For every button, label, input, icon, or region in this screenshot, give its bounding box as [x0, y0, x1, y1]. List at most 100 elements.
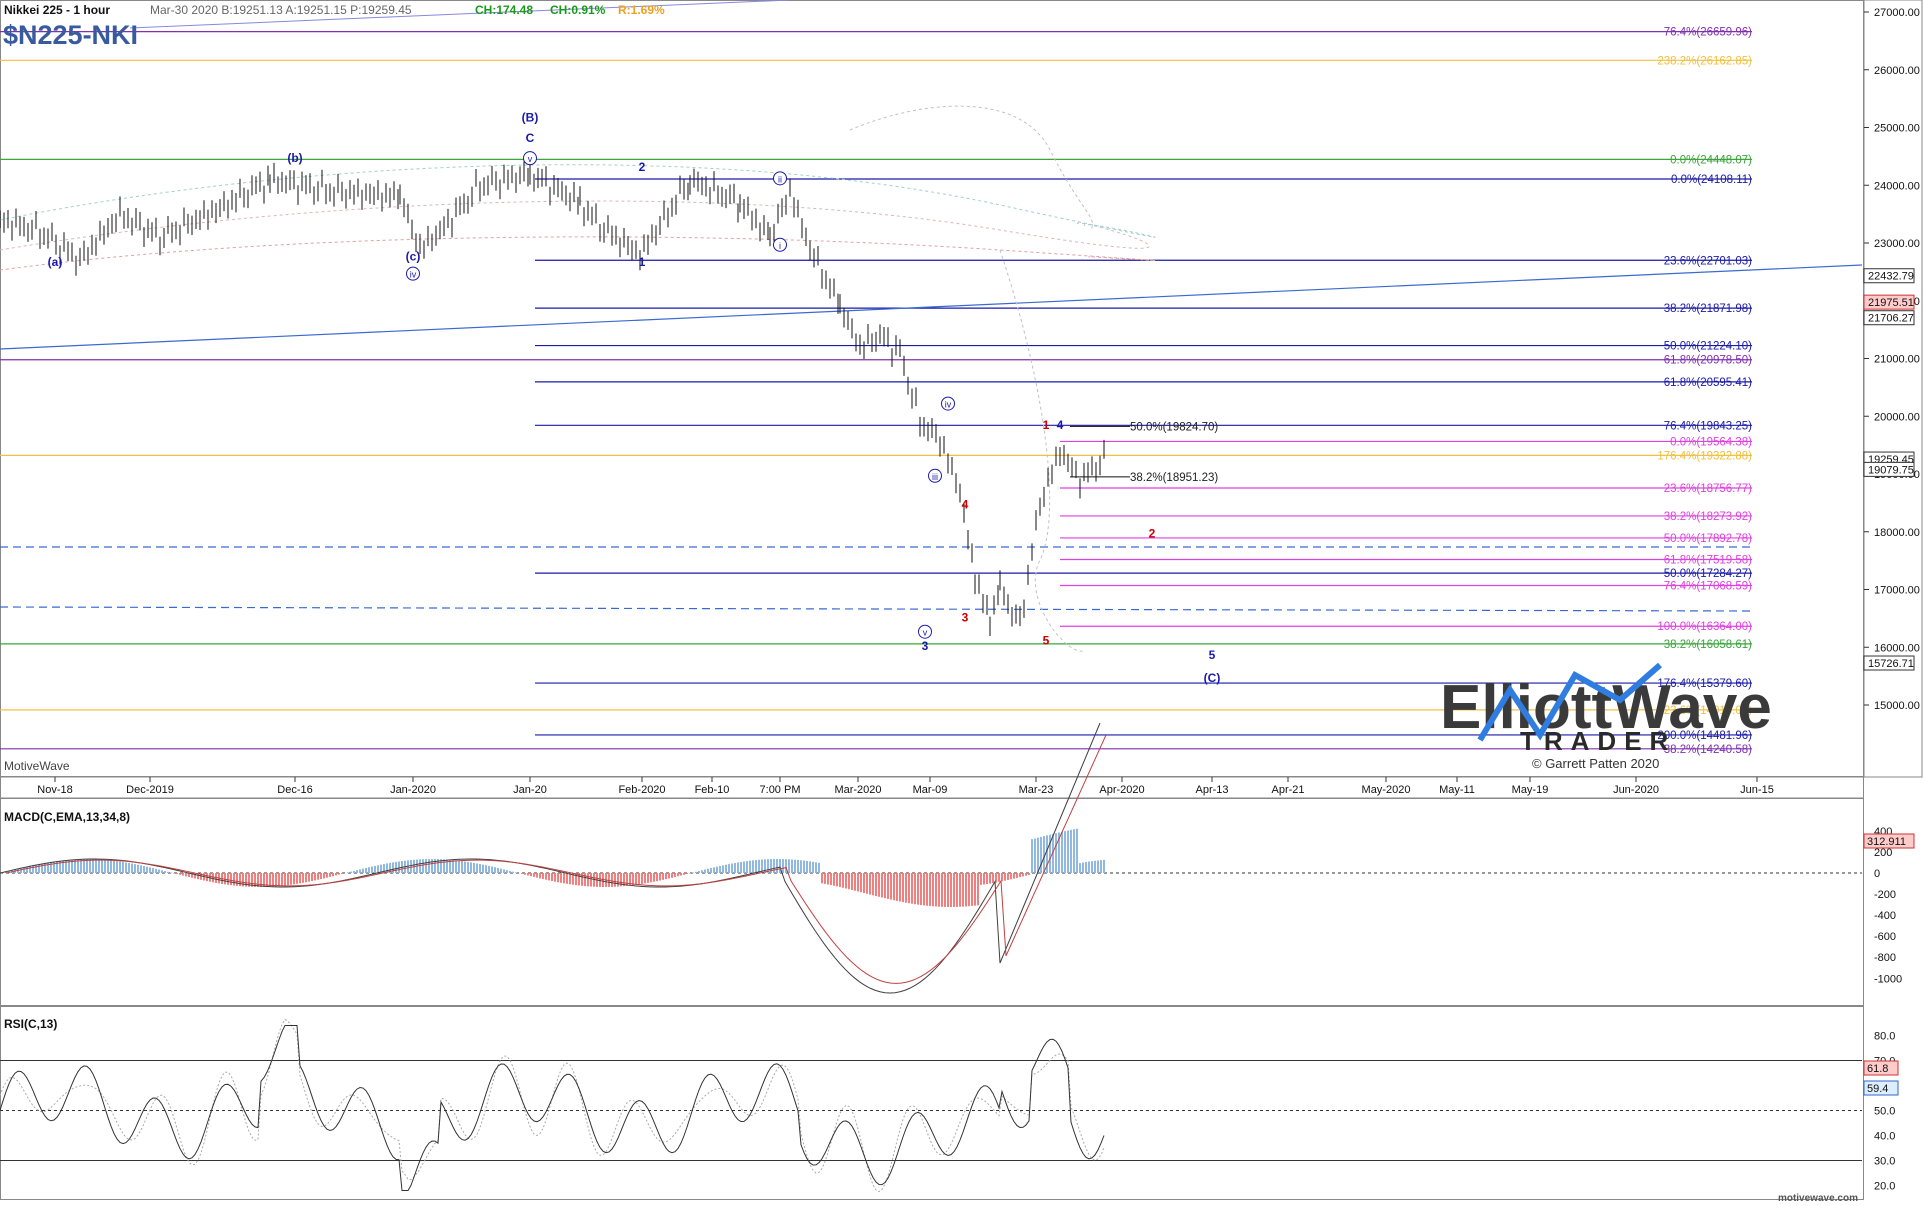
wave-label: 4: [962, 498, 969, 512]
price-tag-label: 15726.71: [1868, 658, 1914, 670]
fib-level-label: 38.2%(21871.98): [1664, 303, 1752, 315]
macd-axis-label: -600: [1874, 931, 1896, 943]
fib-level-label: 23.6%(22701.03): [1664, 255, 1752, 267]
fib-level-label: 100.0%(16364.00): [1657, 621, 1752, 633]
price-axis-label: 26000.00: [1874, 65, 1920, 77]
time-axis-label: Mar-23: [1019, 784, 1054, 796]
quote-readout: Mar-30 2020 B:19251.13 A:19251.15 P:1925…: [150, 3, 412, 17]
fib-level-label: 76.4%(26659.96): [1664, 27, 1752, 39]
wave-label: v: [923, 628, 928, 638]
macd-axis-label: -200: [1874, 889, 1896, 901]
time-axis-label: May-19: [1512, 784, 1549, 796]
time-axis-label: Jun-15: [1740, 784, 1774, 796]
wave-label: (C): [1204, 671, 1221, 685]
fib-level-label: 0.0%(19564.38): [1670, 436, 1752, 448]
time-axis-label: Nov-18: [37, 784, 72, 796]
rsi-signal-label: 59.4: [1867, 1083, 1888, 1095]
rsi-title: RSI(C,13): [4, 1017, 57, 1031]
logo-line2: TRADER: [1520, 726, 1676, 756]
price-tag-label: 19079.75: [1868, 464, 1914, 476]
rsi-value-label: 61.8: [1867, 1063, 1888, 1075]
price-tag-label: 21706.27: [1868, 313, 1914, 325]
wave-label: ii: [778, 174, 782, 184]
fib-level-label: 50.0%(17284.27): [1664, 568, 1752, 580]
symbol-title: $N225-NKI: [3, 20, 138, 50]
wave-label: iii: [932, 472, 938, 482]
wave-label: iv: [945, 400, 952, 410]
price-tag-label: 22432.79: [1868, 271, 1914, 283]
price-axis-label: 25000.00: [1874, 123, 1920, 135]
macd-axis-label: -800: [1874, 952, 1896, 964]
fib-level-label: 38.2%(14240.58): [1664, 744, 1752, 756]
logo-copyright: © Garrett Patten 2020: [1532, 756, 1659, 771]
wave-label: i: [779, 241, 781, 251]
rsi-axis-label: 40.0: [1874, 1131, 1895, 1143]
macd-axis-label: -1000: [1874, 973, 1902, 985]
time-axis-label: Dec-2019: [126, 784, 174, 796]
macd-axis-label: 200: [1874, 847, 1892, 859]
fib-level-label: 238.2%(26162.85): [1657, 55, 1752, 67]
macd-axis-label: -400: [1874, 910, 1896, 922]
wave-label: (c): [406, 249, 421, 263]
wave-label: 5: [1209, 648, 1216, 662]
price-axis-label: 27000.00: [1874, 7, 1920, 19]
wave-label: 1: [1043, 418, 1050, 432]
chart-canvas: 76.4%(26659.96) 238.2%(26162.85) 0.0%(2444…: [0, 0, 1923, 1206]
wave-label: 4: [1057, 418, 1064, 432]
wave-label: 5: [1043, 633, 1050, 647]
fib-level-label: 50.0%(17892.78): [1664, 533, 1752, 545]
time-axis-label: Mar-09: [913, 784, 948, 796]
macd-axis-label: 0: [1874, 868, 1880, 880]
time-axis-label: Mar-2020: [834, 784, 881, 796]
wave-label: (b): [287, 151, 302, 165]
platform-label: MotiveWave: [4, 759, 70, 773]
time-axis-label: Apr-21: [1271, 784, 1304, 796]
mid-level-label: 38.2%(18951.23): [1130, 472, 1218, 484]
fib-level-label: 0.0%(24108.11): [1671, 174, 1752, 186]
fib-level-label: 0.0%(24448.07): [1670, 154, 1752, 166]
macd-title: MACD(C,EMA,13,34,8): [4, 810, 130, 824]
time-axis-label: May-2020: [1362, 784, 1411, 796]
rsi-axis-label: 80.0: [1874, 1031, 1895, 1043]
wave-label: C: [526, 131, 535, 145]
fib-level-label: 50.0%(21224.10): [1664, 341, 1752, 353]
rsi-axis-label: 20.0: [1874, 1181, 1895, 1193]
price-axis-label: 23000.00: [1874, 238, 1920, 250]
wave-label: 3: [962, 610, 969, 624]
time-axis-label: Jan-20: [513, 784, 547, 796]
time-axis-label: May-11: [1439, 784, 1475, 796]
wave-label: 2: [1149, 527, 1156, 541]
fib-level-label: 38.2%(18273.92): [1664, 511, 1752, 523]
wave-label: 1: [639, 255, 646, 269]
price-tag-label: 21975.51: [1868, 297, 1914, 309]
fib-level-label: 61.8%(20978.50): [1664, 355, 1752, 367]
time-axis-label: 7:00 PM: [760, 784, 801, 796]
price-axis-label: 20000.00: [1874, 411, 1920, 423]
price-axis-label: 21000.00: [1874, 354, 1920, 366]
fib-level-label: 61.8%(17519.58): [1664, 554, 1752, 566]
change-pct-readout: CH:0.91%: [550, 3, 606, 17]
fib-level-label: 76.4%(17068.59): [1664, 581, 1752, 593]
time-axis-label: Feb-10: [695, 784, 730, 796]
wave-label: iv: [410, 270, 417, 280]
wave-label: (a): [48, 255, 63, 269]
price-axis-label: 17000.00: [1874, 585, 1920, 597]
time-axis-label: Apr-2020: [1099, 784, 1144, 796]
rsi-axis-label: 50.0: [1874, 1106, 1895, 1118]
price-axis-label: 18000.00: [1874, 527, 1920, 539]
time-axis-label: Feb-2020: [618, 784, 665, 796]
wave-label: 3: [922, 639, 929, 653]
chart-title: Nikkei 225 - 1 hour: [4, 3, 110, 17]
fib-level-label: 61.8%(20595.41): [1664, 377, 1752, 389]
fib-level-label: 38.2%(16058.61): [1664, 639, 1752, 651]
fib-level-label: 76.4%(19843.25): [1664, 420, 1752, 432]
wave-label: (B): [522, 111, 539, 125]
time-axis-label: Dec-16: [277, 784, 312, 796]
price-axis-label: 24000.00: [1874, 180, 1920, 192]
change-readout: CH:174.48: [475, 3, 533, 17]
range-readout: R:1.69%: [618, 3, 665, 17]
mid-level-label: 50.0%(19824.70): [1130, 421, 1218, 433]
macd-value-label: 312.911: [1867, 836, 1906, 848]
wave-label: v: [528, 154, 533, 164]
fib-level-label: 23.6%(18756.77): [1664, 483, 1752, 495]
